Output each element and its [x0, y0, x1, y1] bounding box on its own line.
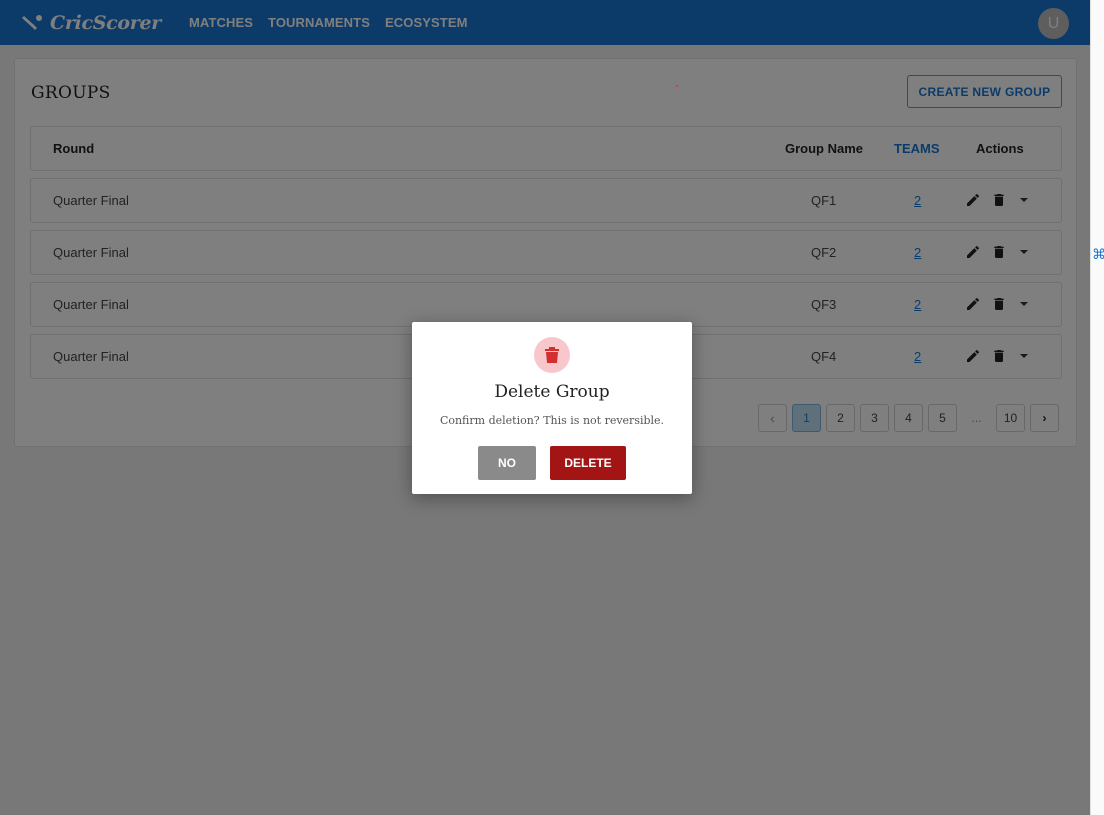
delete-button[interactable]: DELETE	[550, 446, 626, 480]
trash-icon-badge	[534, 337, 570, 373]
no-button[interactable]: NO	[478, 446, 536, 480]
delete-group-dialog: Delete Group Confirm deletion? This is n…	[412, 322, 692, 494]
dialog-message: Confirm deletion? This is not reversible…	[439, 414, 665, 427]
dialog-title: Delete Group	[494, 382, 610, 402]
command-icon[interactable]: ⌘	[1092, 246, 1104, 262]
trash-icon	[545, 347, 559, 363]
stray-dot	[676, 85, 678, 87]
scrollbar[interactable]	[1090, 0, 1104, 815]
